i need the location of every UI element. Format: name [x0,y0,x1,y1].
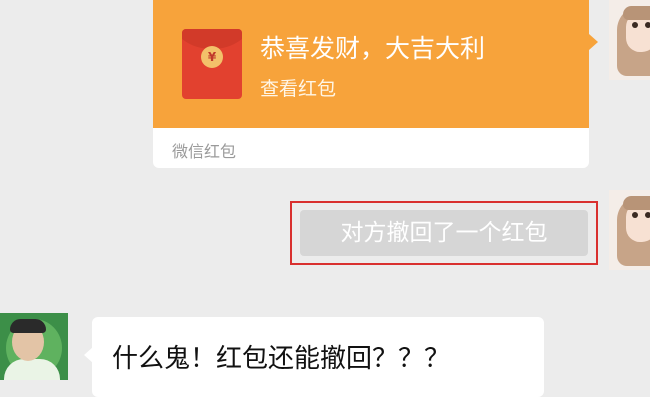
avatar-eye [632,22,638,28]
red-packet-footer: 微信红包 [153,128,589,168]
red-packet-brand: 微信红包 [172,142,237,161]
avatar[interactable] [609,190,650,270]
view-red-packet-link[interactable]: 查看红包 [260,74,336,101]
avatar-bangs [623,6,650,20]
bubble-tail [589,34,598,50]
red-packet-body[interactable]: ¥ 恭喜发财，大吉大利 查看红包 [153,0,589,128]
contact-avatar[interactable] [0,313,68,380]
red-packet-greeting: 恭喜发财，大吉大利 [260,34,486,63]
incoming-message-bubble[interactable]: 什么鬼！红包还能撤回？？？ [84,317,544,397]
recall-notice: 对方撤回了一个红包 [300,210,588,256]
avatar[interactable] [609,0,650,80]
incoming-message-text: 什么鬼！红包还能撤回？？？ [112,344,451,374]
avatar-hair [10,319,46,333]
coin-icon: ¥ [201,46,223,68]
avatar-bangs [623,196,650,210]
red-envelope-icon: ¥ [182,29,242,99]
avatar-eye [645,212,650,218]
red-packet-message[interactable]: ¥ 恭喜发财，大吉大利 查看红包 微信红包 [153,0,598,168]
avatar-eye [645,22,650,28]
avatar-body [4,359,60,380]
avatar-eye [632,212,638,218]
bubble-tail [84,347,93,363]
